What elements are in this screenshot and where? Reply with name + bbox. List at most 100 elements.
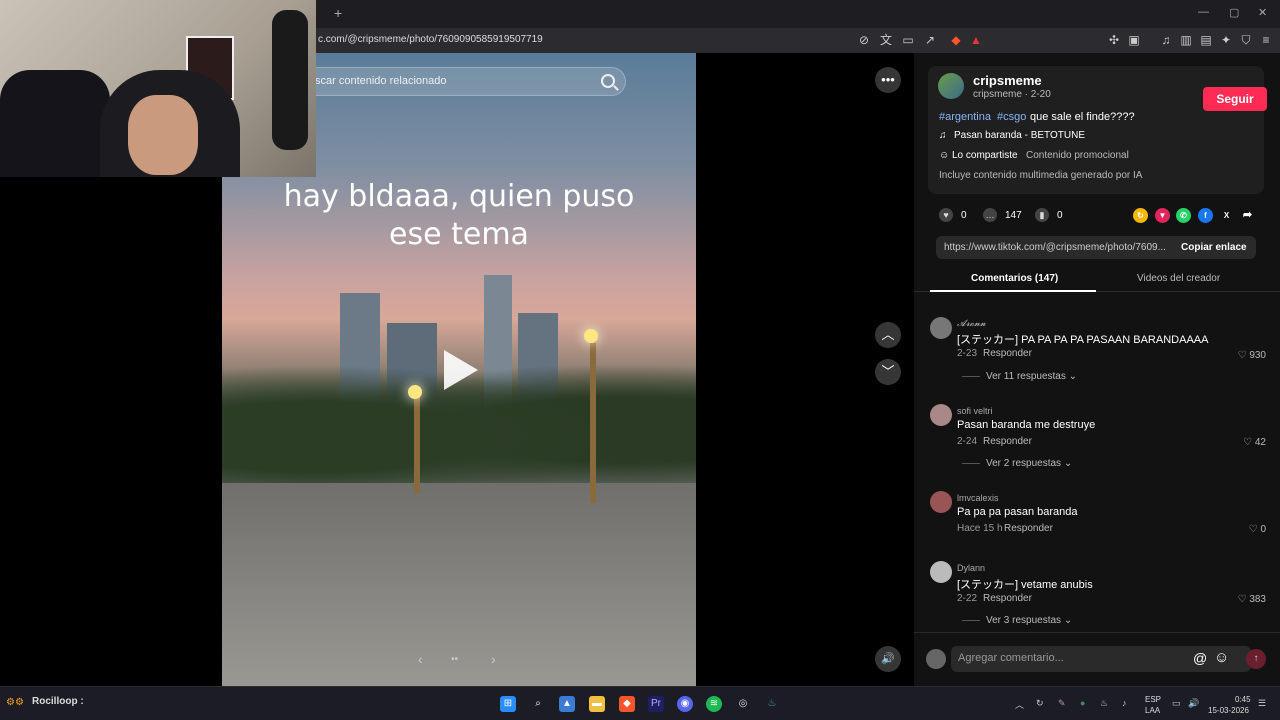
whatsapp-icon[interactable]: ✆ <box>1176 208 1191 223</box>
brave-icon[interactable]: ◆ <box>619 696 635 712</box>
volume-icon[interactable]: 🔊 <box>1188 698 1199 709</box>
carousel-next-icon[interactable]: › <box>491 651 496 667</box>
share-link-url[interactable]: https://www.tiktok.com/@cripsmeme/photo/… <box>944 242 1166 253</box>
comment-avatar[interactable] <box>930 491 952 513</box>
repost-icon[interactable]: ↻ <box>1133 208 1148 223</box>
close-icon[interactable]: ✕ <box>1258 6 1267 19</box>
brave-rewards-icon[interactable]: ▲ <box>968 32 984 48</box>
comment-like-count: 42 <box>1254 437 1266 448</box>
reply-button[interactable]: Responder <box>983 593 1032 604</box>
steam-icon[interactable]: ♨ <box>764 696 780 712</box>
vpn-icon[interactable]: ⛉ <box>1238 32 1254 48</box>
comment-input[interactable]: Agregar comentario... @ ☺ <box>951 646 1251 672</box>
view-replies-button[interactable]: Ver 2 respuestas ⌄ <box>962 458 1072 469</box>
follow-button[interactable]: Seguir <box>1203 87 1267 111</box>
bookmark-icon[interactable]: ▮ <box>1035 208 1049 222</box>
shared-icon: ☺ <box>939 150 950 161</box>
url-field[interactable]: c.com/@cripsmeme/photo/76090905859195077… <box>318 34 543 45</box>
creator-name[interactable]: cripsmeme <box>973 73 1042 88</box>
minimize-icon[interactable]: — <box>1198 6 1209 18</box>
brave-shield-icon[interactable]: ◆ <box>948 32 964 48</box>
share-page-icon[interactable]: ↗ <box>922 32 938 48</box>
comment-icon[interactable]: … <box>983 208 997 222</box>
tray-app-icon[interactable]: ✎ <box>1058 698 1066 709</box>
obs-icon[interactable]: ◎ <box>735 696 751 712</box>
facebook-icon[interactable]: f <box>1198 208 1213 223</box>
reply-button[interactable]: Responder <box>983 436 1032 447</box>
clock-time[interactable]: 0:45 <box>1235 695 1251 704</box>
comment-likes[interactable]: ♡ 0 <box>1249 524 1266 535</box>
carousel-prev-icon[interactable]: ‹ <box>418 651 423 667</box>
x-icon[interactable]: X <box>1219 208 1234 223</box>
discord-icon[interactable]: ◉ <box>677 696 693 712</box>
creator-avatar[interactable] <box>938 73 964 99</box>
view-replies-button[interactable]: Ver 11 respuestas ⌄ <box>962 371 1077 382</box>
music-title[interactable]: Pasan baranda - BETOTUNE <box>954 130 1085 141</box>
heart-icon[interactable]: ♥ <box>939 208 953 222</box>
mention-icon[interactable]: @ <box>1193 650 1207 666</box>
creator-handle-date: cripsmeme · 2-20 <box>973 89 1051 100</box>
premiere-icon[interactable]: Pr <box>648 696 664 712</box>
comment-avatar[interactable] <box>930 561 952 583</box>
hashtag-csgo[interactable]: #csgo <box>997 111 1026 123</box>
tray-app-icon[interactable]: ♨ <box>1100 698 1108 709</box>
maximize-icon[interactable]: ▢ <box>1229 6 1239 19</box>
related-search-bar[interactable]: scar contenido relacionado <box>300 67 626 96</box>
more-options-button[interactable]: ••• <box>875 67 901 93</box>
comment-likes[interactable]: ♡ 42 <box>1243 437 1266 448</box>
file-explorer-icon[interactable]: ▬ <box>589 696 605 712</box>
reader-icon[interactable]: ⊘ <box>856 32 872 48</box>
language-code[interactable]: ESP <box>1145 695 1161 704</box>
sidebar-icon[interactable]: ▥ <box>1178 32 1194 48</box>
search-taskbar-icon[interactable]: ⌕ <box>530 696 546 712</box>
menu-icon[interactable]: ≡ <box>1258 32 1274 48</box>
comment-avatar[interactable] <box>930 404 952 426</box>
send-comment-button[interactable]: ↑ <box>1246 649 1266 669</box>
view-replies-button[interactable]: Ver 3 respuestas ⌄ <box>962 615 1072 626</box>
start-icon[interactable]: ⊞ <box>500 696 516 712</box>
spotify-icon[interactable]: ≋ <box>706 696 722 712</box>
comment-avatar[interactable] <box>930 317 952 339</box>
leo-icon[interactable]: ✦ <box>1218 32 1234 48</box>
cast-icon[interactable]: ▭ <box>900 32 916 48</box>
microphone-icon[interactable]: ♪ <box>1122 698 1127 708</box>
reply-button[interactable]: Responder <box>1004 523 1053 534</box>
reply-button[interactable]: Responder <box>983 348 1032 359</box>
share-arrow-icon[interactable]: ➦ <box>1240 208 1255 223</box>
tab-comments[interactable]: Comentarios (147) <box>971 273 1058 284</box>
volume-button[interactable]: 🔊 <box>875 646 901 672</box>
shared-label: Lo compartiste <box>952 150 1018 161</box>
comment-author[interactable]: sofi veltri <box>957 406 993 416</box>
media-icon[interactable]: ♫ <box>1158 32 1174 48</box>
user-avatar[interactable] <box>926 649 946 669</box>
keyboard-layout[interactable]: LAA <box>1145 706 1160 715</box>
tab-creator-videos[interactable]: Videos del creador <box>1137 273 1220 284</box>
comment-author[interactable]: Dylann <box>957 563 985 573</box>
new-tab-button[interactable]: + <box>334 5 342 21</box>
search-icon[interactable] <box>601 74 615 88</box>
tray-app-icon[interactable]: ● <box>1080 698 1085 708</box>
screenshot-icon[interactable]: ▣ <box>1126 32 1142 48</box>
tray-app-icon[interactable]: ↻ <box>1036 698 1044 709</box>
send-icon[interactable]: ▼ <box>1155 208 1170 223</box>
copy-link-button[interactable]: Copiar enlace <box>1181 242 1247 253</box>
notifications-icon[interactable]: ☰ <box>1258 698 1266 709</box>
comment-author[interactable]: lmvcalexis <box>957 493 999 503</box>
translate-icon[interactable]: 文 <box>878 32 894 48</box>
active-tab-indicator <box>930 290 1096 292</box>
next-video-button[interactable]: ﹀ <box>875 359 901 385</box>
network-icon[interactable]: ▭ <box>1172 698 1181 709</box>
comment-likes[interactable]: ♡ 930 <box>1238 350 1266 361</box>
hashtag-argentina[interactable]: #argentina <box>939 111 991 123</box>
comment-likes[interactable]: ♡ 383 <box>1238 594 1266 605</box>
comment-author[interactable]: 𝓐𝓻𝓸𝓷𝓷 <box>957 318 986 329</box>
photos-icon[interactable]: ▲ <box>559 696 575 712</box>
clock-date[interactable]: 15-03-2026 <box>1208 706 1249 715</box>
tray-expand-icon[interactable]: ︿ <box>1015 698 1024 711</box>
wallet-icon[interactable]: ▤ <box>1198 32 1214 48</box>
previous-video-button[interactable]: ︿ <box>875 322 901 348</box>
play-icon[interactable] <box>444 350 478 390</box>
extensions-icon[interactable]: ✣ <box>1106 32 1122 48</box>
search-input[interactable]: scar contenido relacionado <box>315 75 446 87</box>
emoji-icon[interactable]: ☺ <box>1214 649 1229 666</box>
